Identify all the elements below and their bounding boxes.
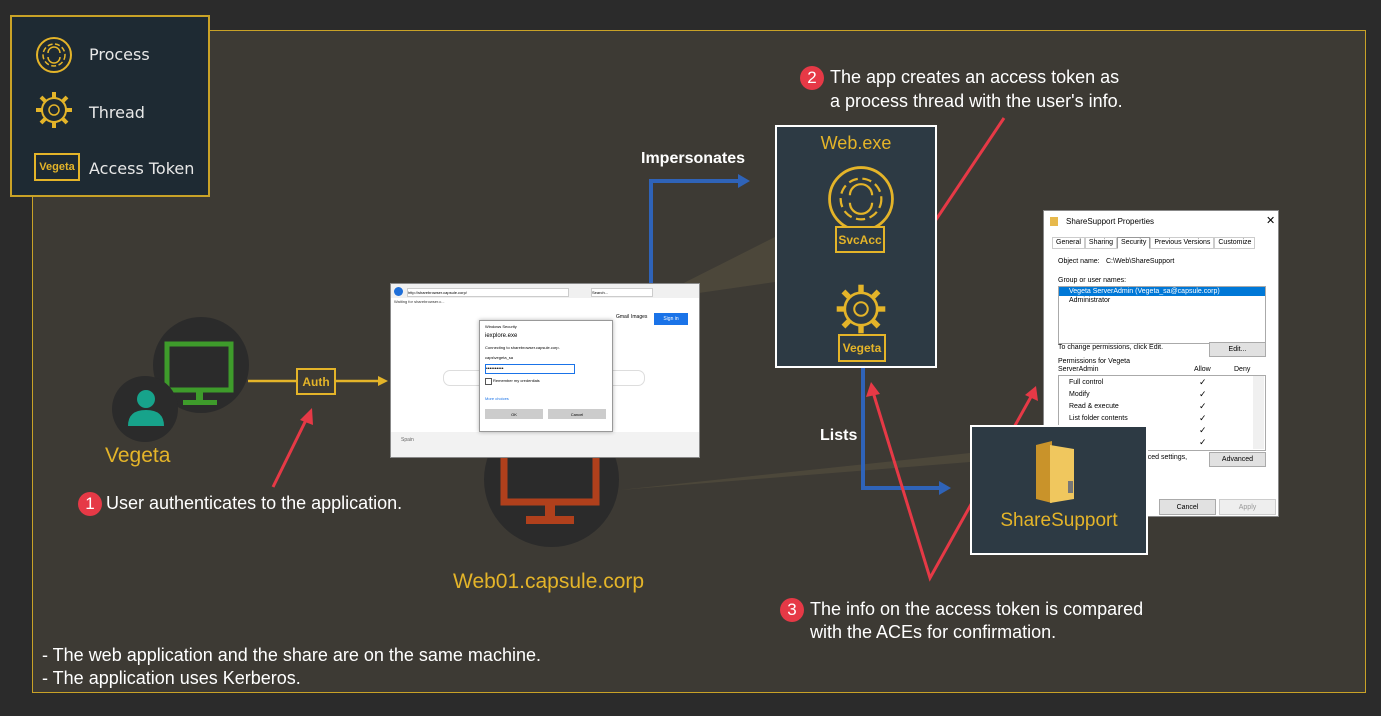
allow-header: Allow <box>1194 366 1211 373</box>
browser-window: http://sharebrowser.capsule.corp/ Search… <box>390 283 700 458</box>
edit-button[interactable]: Edit... <box>1209 342 1266 357</box>
note-2: - The application uses Kerberos. <box>42 668 301 688</box>
step2-line2: a process thread with the user's info. <box>830 91 1123 111</box>
advanced-button[interactable]: Advanced <box>1209 452 1266 467</box>
user-list-item-administrator[interactable]: Administrator <box>1059 296 1265 305</box>
dialog-username[interactable]: caps\vegeta_sa <box>485 355 513 360</box>
arrow-lists <box>861 367 940 490</box>
process-icon <box>36 37 72 73</box>
tab-previous-versions[interactable]: Previous Versions <box>1150 237 1215 249</box>
address-bar[interactable]: http://sharebrowser.capsule.corp/ <box>407 288 569 297</box>
props-cancel-button[interactable]: Cancel <box>1159 499 1216 515</box>
browser-search-box[interactable]: Search... <box>591 288 653 297</box>
remember-checkbox[interactable] <box>485 378 492 385</box>
step1-text: User authenticates to the application. <box>106 493 403 513</box>
deny-header: Deny <box>1234 366 1251 373</box>
tab-security[interactable]: Security <box>1117 237 1151 249</box>
props-apply-button[interactable]: Apply <box>1219 499 1276 515</box>
check-mark: ✓ <box>1199 389 1207 399</box>
step3-line1: The info on the access token is compared <box>810 599 1144 619</box>
properties-title: ShareSupport Properties <box>1066 217 1155 226</box>
user-icon <box>128 390 164 426</box>
webexe-process-icon <box>828 166 894 232</box>
gmail-link[interactable]: Gmail <box>616 314 629 320</box>
impersonates-label: Impersonates <box>641 150 746 167</box>
webexe-thread-icon <box>836 284 886 334</box>
perm-for-2: ServerAdmin <box>1058 366 1099 373</box>
change-text: To change permissions, click Edit. <box>1058 344 1164 351</box>
check-mark: ✓ <box>1199 401 1207 411</box>
tab-sharing[interactable]: Sharing <box>1084 237 1118 249</box>
legend-process-label: Process <box>89 45 150 64</box>
footer-country: Spain <box>401 437 414 443</box>
svcacc-token: SvcAcc <box>835 226 885 253</box>
browser-footer <box>391 432 699 457</box>
object-name-label: Object name: <box>1058 258 1100 265</box>
step2-badge: 2 <box>800 66 824 90</box>
browser-tab[interactable]: Waiting for sharebrowser.c... <box>394 299 445 304</box>
dialog-connecting: Connecting to sharebrowser.capsule.corp. <box>485 345 560 350</box>
arrow-step1 <box>271 417 309 488</box>
dialog-cancel-button[interactable]: Cancel <box>548 409 606 419</box>
vegeta-token: Vegeta <box>838 334 886 362</box>
user-name: Vegeta <box>105 444 171 467</box>
more-choices-link[interactable]: More choices <box>485 396 509 401</box>
close-icon[interactable]: ✕ <box>1266 214 1275 227</box>
legend: Process Thread Vegeta Access Token <box>10 15 210 197</box>
perm-scrollbar[interactable] <box>1253 376 1264 449</box>
perm-read-execute: Read & execute <box>1069 403 1119 410</box>
step1-badge: 1 <box>78 492 102 516</box>
tab-customize[interactable]: Customize <box>1214 237 1256 249</box>
properties-tabs: General Sharing Security Previous Versio… <box>1052 237 1256 249</box>
images-link[interactable]: Images <box>631 314 647 320</box>
perm-for-1: Permissions for Vegeta <box>1058 358 1130 365</box>
step2-line1: The app creates an access token as <box>830 67 1120 87</box>
server-name: Web01.capsule.corp <box>453 570 645 593</box>
legend-token-box: Vegeta <box>34 153 80 181</box>
step3-line2: with the ACEs for confirmation. <box>810 622 1057 642</box>
perm-list-folder: List folder contents <box>1069 415 1128 422</box>
tab-general[interactable]: General <box>1052 237 1085 249</box>
check-mark: ✓ <box>1199 413 1207 423</box>
dialog-title: Windows Security <box>485 324 517 329</box>
step3-badge: 3 <box>780 598 804 622</box>
webexe-title: Web.exe <box>820 133 892 153</box>
folder-icon <box>1036 441 1074 503</box>
remember-label: Remember my credentials <box>493 378 540 383</box>
legend-access-token-label: Access Token <box>89 159 195 178</box>
dialog-ok-button[interactable]: OK <box>485 409 543 419</box>
lists-label: Lists <box>820 427 858 444</box>
dialog-app: iexplore.exe <box>485 333 518 339</box>
server-monitor-icon <box>500 450 600 524</box>
legend-thread-label: Thread <box>89 103 145 122</box>
folder-icon <box>1050 217 1058 226</box>
check-mark: ✓ <box>1199 425 1207 435</box>
dialog-password[interactable]: •••••••••• <box>485 364 575 374</box>
back-icon[interactable] <box>394 287 403 296</box>
user-list: Vegeta ServerAdmin (Vegeta_sa@capsule.co… <box>1058 286 1266 344</box>
thread-icon <box>36 92 72 128</box>
perm-full-control: Full control <box>1069 379 1104 386</box>
zoom-cone-share <box>620 453 970 490</box>
auth-token: Auth <box>296 368 336 395</box>
group-label: Group or user names: <box>1058 277 1127 284</box>
object-name-value: C:\Web\ShareSupport <box>1106 258 1175 265</box>
share-name: ShareSupport <box>1000 510 1118 531</box>
perm-modify: Modify <box>1069 391 1090 398</box>
check-mark: ✓ <box>1199 377 1207 387</box>
signin-button[interactable]: Sign in <box>654 313 688 325</box>
security-dialog: Windows Security iexplore.exe Connecting… <box>479 320 613 432</box>
user-list-item-vegeta[interactable]: Vegeta ServerAdmin (Vegeta_sa@capsule.co… <box>1059 287 1265 296</box>
check-mark: ✓ <box>1199 437 1207 447</box>
note-1: - The web application and the share are … <box>42 645 541 665</box>
